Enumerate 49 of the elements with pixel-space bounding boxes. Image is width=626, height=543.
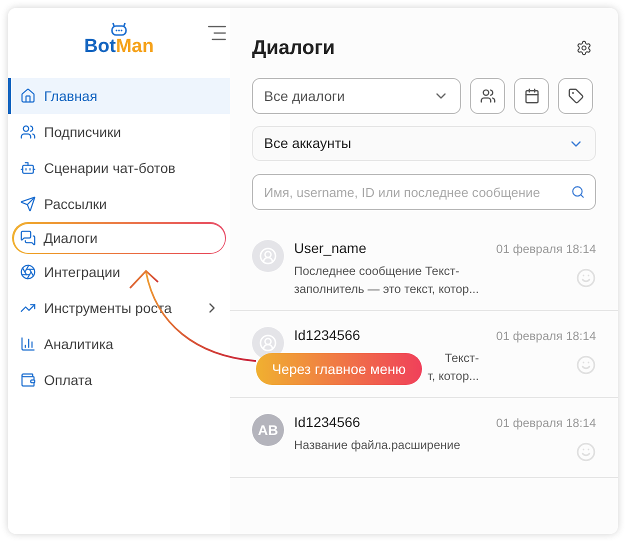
calendar-icon — [524, 88, 540, 104]
page-title: Диалоги — [252, 36, 335, 61]
users-icon — [480, 88, 496, 104]
nav-item[interactable]: Главная — [8, 78, 230, 114]
search-field[interactable]: Имя, username, ID или последнее сообщение — [252, 174, 596, 210]
paper-plane-icon — [20, 196, 36, 212]
last-message: Последнее сообщение Текст- — [294, 263, 460, 280]
dialog-name: Id1234566 — [294, 413, 360, 432]
nav-item[interactable]: Аналитика — [8, 326, 230, 362]
robot-logo-icon — [110, 22, 128, 36]
dialog-time: 01 февраля 18:14 — [496, 415, 596, 432]
settings-icon[interactable] — [576, 40, 592, 56]
nav-item[interactable]: Интеграции — [8, 254, 230, 290]
dialog-time: 01 февраля 18:14 — [496, 241, 596, 258]
last-message: Текст- — [444, 350, 479, 367]
nav-item[interactable]: Оплата — [8, 362, 230, 398]
dialog-time: 01 февраля 18:14 — [496, 328, 596, 345]
last-message: т, котор... — [428, 368, 479, 385]
users-filter-button[interactable] — [470, 78, 505, 114]
dialog-row[interactable]: AB Id1234566 01 февраля 18:14 Название файла.расширение — [230, 398, 618, 478]
dialog-name: Id1234566 — [294, 326, 360, 345]
face-icon — [576, 442, 596, 462]
face-icon — [576, 355, 596, 375]
face-icon — [576, 268, 596, 288]
dialog-name: User_name — [294, 239, 366, 258]
avatar: AB — [252, 414, 284, 446]
tag-icon — [568, 88, 584, 104]
tag-filter-button[interactable] — [558, 78, 593, 114]
avatar-icon — [252, 240, 284, 272]
nav-item[interactable]: Подписчики — [8, 114, 230, 150]
search-icon[interactable] — [571, 185, 585, 199]
dialog-row[interactable]: User_name 01 февраля 18:14 Последнее сообщение Текст- заполнитель — это текст, котор... — [230, 224, 618, 311]
users-icon — [20, 124, 36, 140]
last-message: Название файла.расширение — [294, 437, 460, 454]
house-icon — [20, 88, 36, 104]
nav-item[interactable]: Рассылки — [8, 186, 230, 222]
nav-item[interactable]: Диалоги — [12, 222, 226, 254]
accounts-select[interactable]: Все аккаунты — [252, 126, 596, 161]
aperture-icon — [20, 264, 36, 280]
wallet-icon — [20, 372, 36, 388]
calendar-filter-button[interactable] — [514, 78, 549, 114]
chat-bubbles-icon — [20, 230, 36, 246]
last-message: заполнитель — это текст, котор... — [294, 281, 479, 298]
nav-item[interactable]: Сценарии чат-ботов — [8, 150, 230, 186]
brand-name: BotMan — [84, 36, 154, 58]
callout-label: Через главное меню — [256, 353, 422, 385]
robot-icon — [20, 160, 36, 176]
dialogs-select[interactable]: Все диалоги — [252, 78, 461, 114]
bar-chart-icon — [20, 336, 36, 352]
